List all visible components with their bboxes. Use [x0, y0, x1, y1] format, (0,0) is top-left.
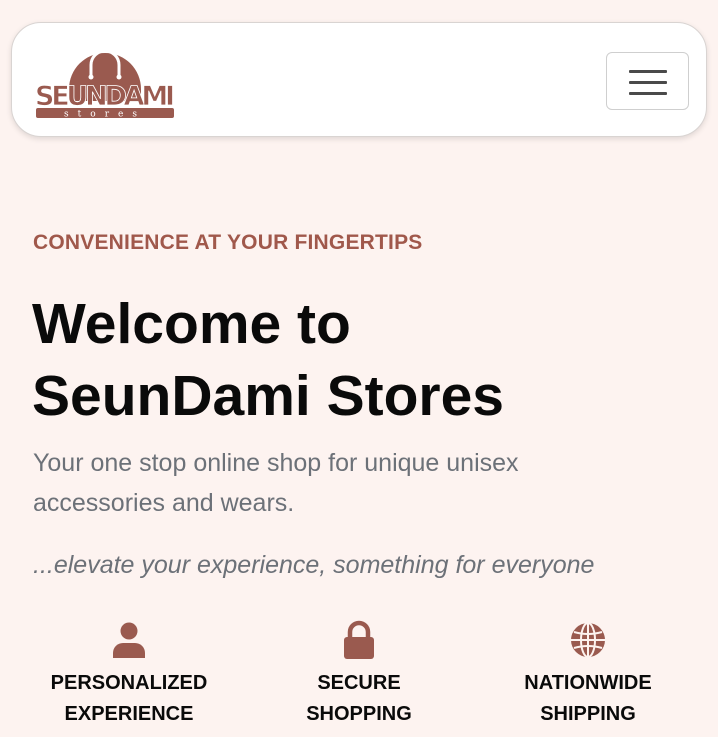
user-icon	[113, 622, 145, 658]
navbar: SEUNDAMI stores	[11, 22, 707, 137]
feature-label: NATIONWIDE SHIPPING	[524, 672, 652, 725]
feature-label: SECURE SHOPPING	[306, 672, 412, 725]
brand-name: SEUNDAMI	[35, 81, 175, 112]
globe-icon	[571, 622, 605, 658]
hero-title-line2: SeunDami Stores	[32, 364, 504, 428]
brand-logo[interactable]: SEUNDAMI stores	[33, 43, 177, 120]
feature-personalized: PERSONALIZED EXPERIENCE	[14, 620, 244, 730]
brand-sub: stores	[64, 110, 146, 120]
menu-toggle-button[interactable]	[606, 52, 689, 110]
feature-secure: SECURE SHOPPING	[244, 620, 474, 730]
lock-icon	[344, 620, 374, 659]
hero-lead: Your one stop online shop for unique uni…	[33, 443, 673, 523]
shopping-bag-logo-icon: SEUNDAMI stores	[35, 49, 175, 120]
hero-lead-line1: Your one stop online shop for unique uni…	[33, 449, 519, 477]
hero-title-line1: Welcome to	[32, 292, 351, 356]
hero-tagline: ...elevate your experience, something fo…	[33, 551, 595, 579]
hero-kicker: CONVENIENCE AT YOUR FINGERTIPS	[33, 231, 423, 254]
hero-title: Welcome to SeunDami Stores	[32, 288, 692, 432]
feature-shipping: NATIONWIDE SHIPPING	[473, 620, 703, 730]
feature-label: PERSONALIZED EXPERIENCE	[50, 672, 208, 725]
hero-lead-line2: accessories and wears.	[33, 489, 295, 517]
